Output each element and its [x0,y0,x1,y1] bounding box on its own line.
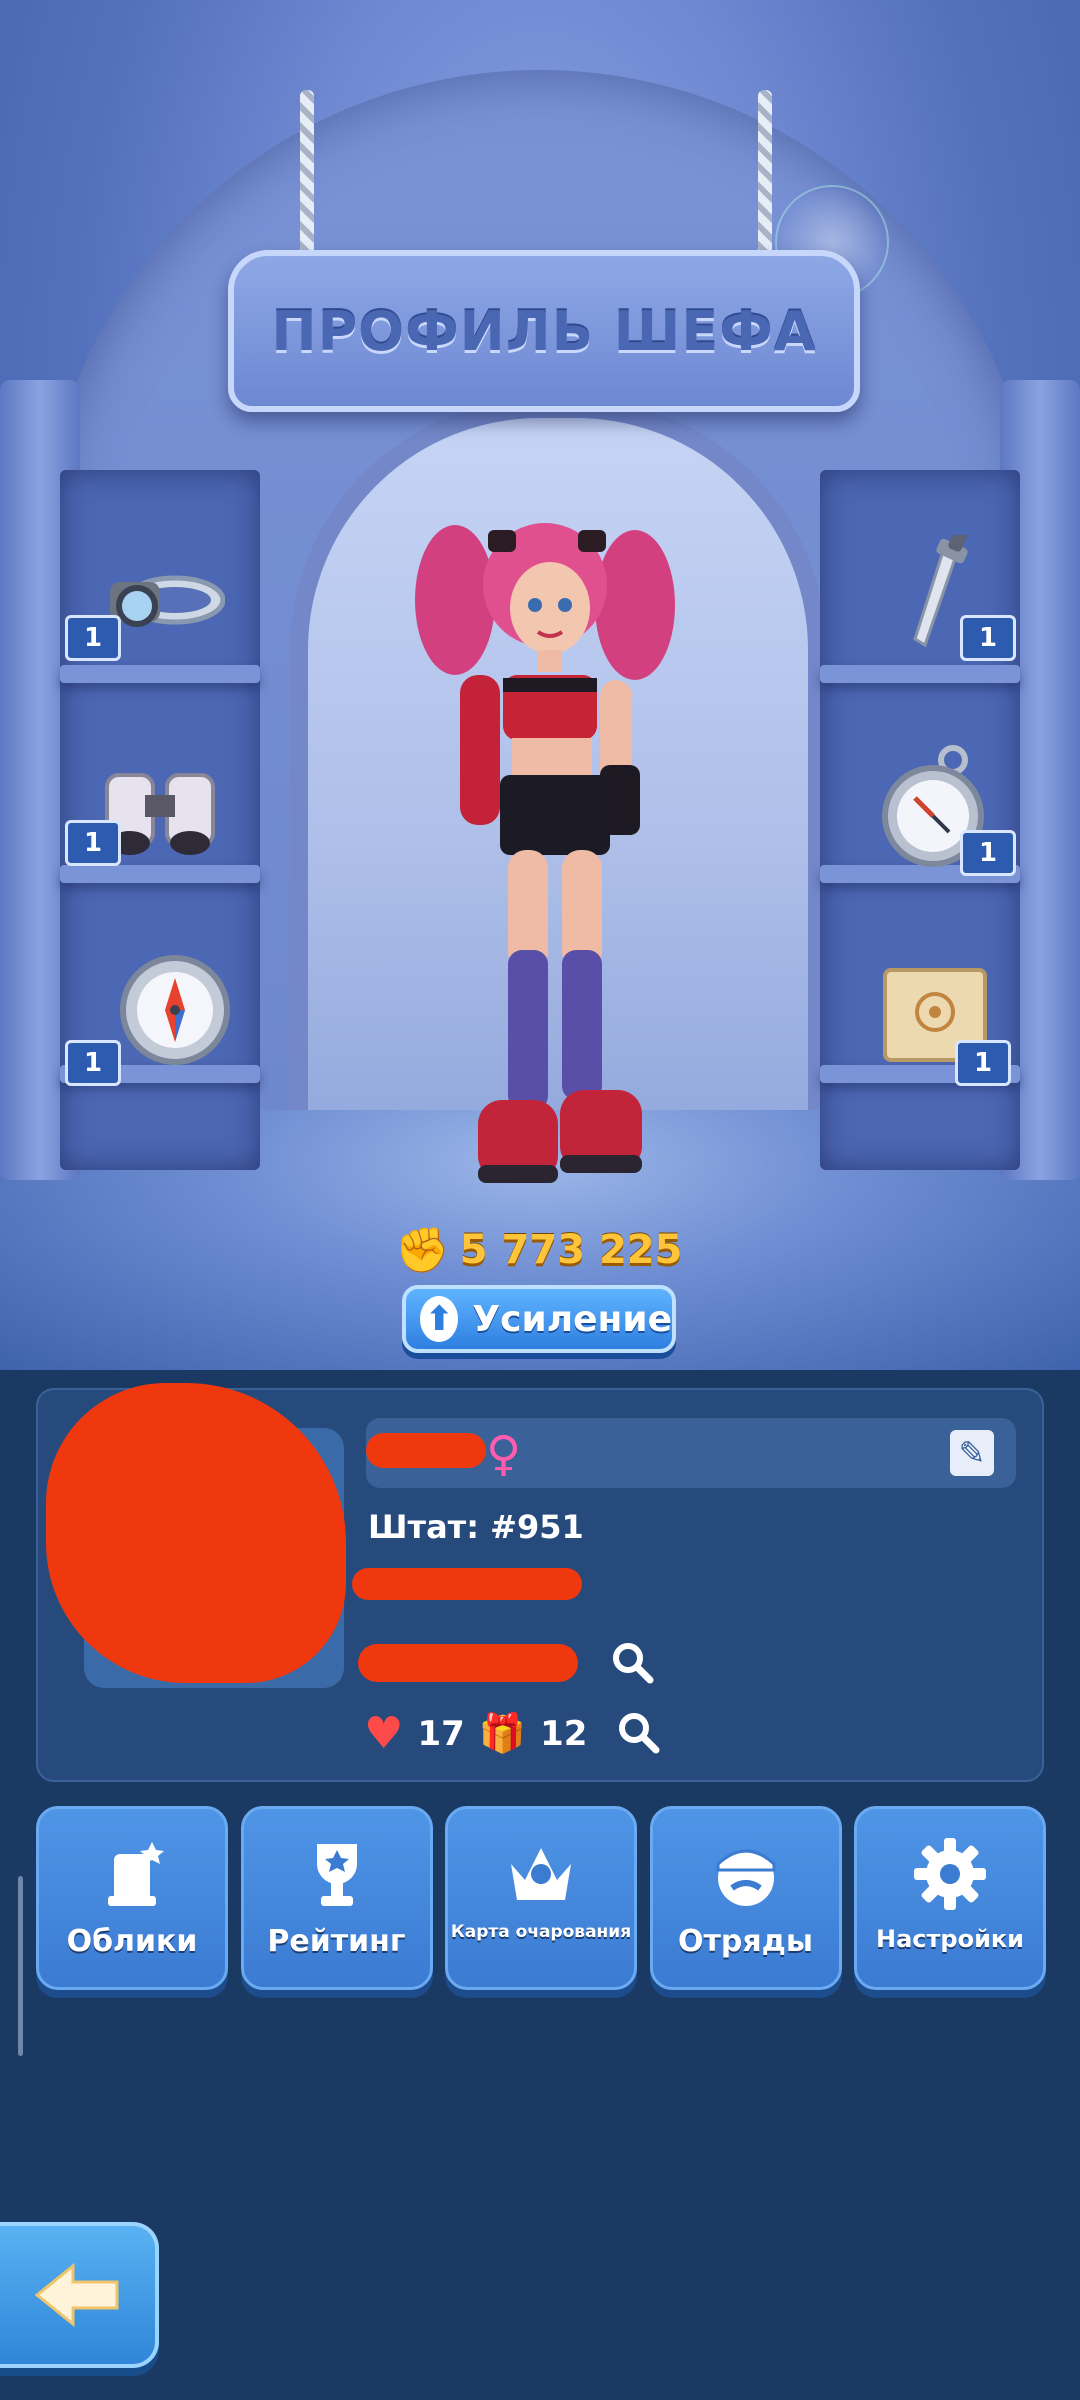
title-sign: ПРОФИЛЬ ШЕФА [228,250,860,412]
boost-button[interactable]: ⬆ Усиление [402,1285,676,1353]
gear-icon [905,1829,995,1919]
search-icon[interactable] [614,1708,662,1756]
boost-label: Усиление [472,1298,672,1340]
staff-label: Штат: [368,1508,480,1546]
staff-value: #951 [490,1508,584,1546]
redaction-mark [352,1568,582,1600]
redaction-mark [358,1644,578,1682]
outfits-icon [87,1829,177,1919]
item-count-badge: 1 [65,615,121,661]
page-title: ПРОФИЛЬ ШЕФА [271,299,817,363]
menu-button-squads[interactable]: Отряды [649,1806,842,1990]
power-display: ✊ 5 773 225 [395,1220,695,1280]
shelf-item-watch[interactable]: 1 [860,730,1016,880]
bottom-menu: Облики Рейтинг Карта очарования Отряды Н… [36,1806,1046,1996]
item-count-badge: 1 [65,820,121,866]
gift-icon: 🎁 [478,1711,527,1755]
arrow-up-icon: ⬆ [420,1296,459,1342]
shelf-item-compass[interactable]: 1 [65,935,250,1086]
edit-name-icon[interactable]: ✎ [950,1430,994,1476]
search-icon[interactable] [608,1638,656,1686]
back-arrow-icon [34,2262,118,2328]
heart-icon: ♥ [364,1708,404,1759]
chef-character[interactable] [400,510,690,1230]
item-count-badge: 1 [960,830,1016,876]
likes-count: 17 [417,1713,465,1754]
chef-scene: 1 1 1 1 1 1 ПРОФИЛЬ ШЕФА ✊ 5 773 225 ⬆ У… [0,0,1080,1370]
gifts-count: 12 [540,1713,588,1754]
profile-panel: ♀ ✎ Штат: #951 ♥ 17 🎁 12 [36,1383,1044,1782]
shelf-item-dagger[interactable]: 1 [860,530,1016,680]
crown-icon [496,1829,586,1919]
power-value: 5 773 225 [459,1227,683,1273]
item-count-badge: 1 [955,1040,1011,1086]
squad-icon [701,1829,791,1919]
item-count-badge: 1 [960,615,1016,661]
profile-stats: ♥ 17 🎁 12 [364,1708,587,1759]
scrollbar[interactable] [18,1876,23,2056]
shelf-item-binoculars[interactable]: 1 [65,735,235,885]
redaction-mark [366,1433,486,1468]
menu-button-rating[interactable]: Рейтинг [240,1806,433,1990]
menu-button-charm-map[interactable]: Карта очарования [445,1806,637,1990]
menu-label: Облики [66,1924,198,1959]
back-button[interactable] [0,2222,159,2368]
menu-label: Настройки [875,1925,1024,1953]
fist-icon: ✊ [395,1225,450,1276]
menu-label: Рейтинг [267,1924,406,1959]
menu-button-outfits[interactable]: Облики [36,1806,228,1990]
shelf-item-map[interactable]: 1 [860,940,1011,1090]
compass-icon [120,955,230,1065]
shelf-item-ring[interactable]: 1 [65,530,235,680]
female-gender-icon: ♀ [486,1426,522,1482]
menu-label: Карта очарования [450,1922,632,1942]
staff-line: Штат: #951 [368,1508,584,1546]
trophy-icon [292,1829,382,1919]
menu-button-settings[interactable]: Настройки [854,1806,1046,1990]
menu-label: Отряды [678,1924,813,1959]
item-count-badge: 1 [65,1040,121,1086]
